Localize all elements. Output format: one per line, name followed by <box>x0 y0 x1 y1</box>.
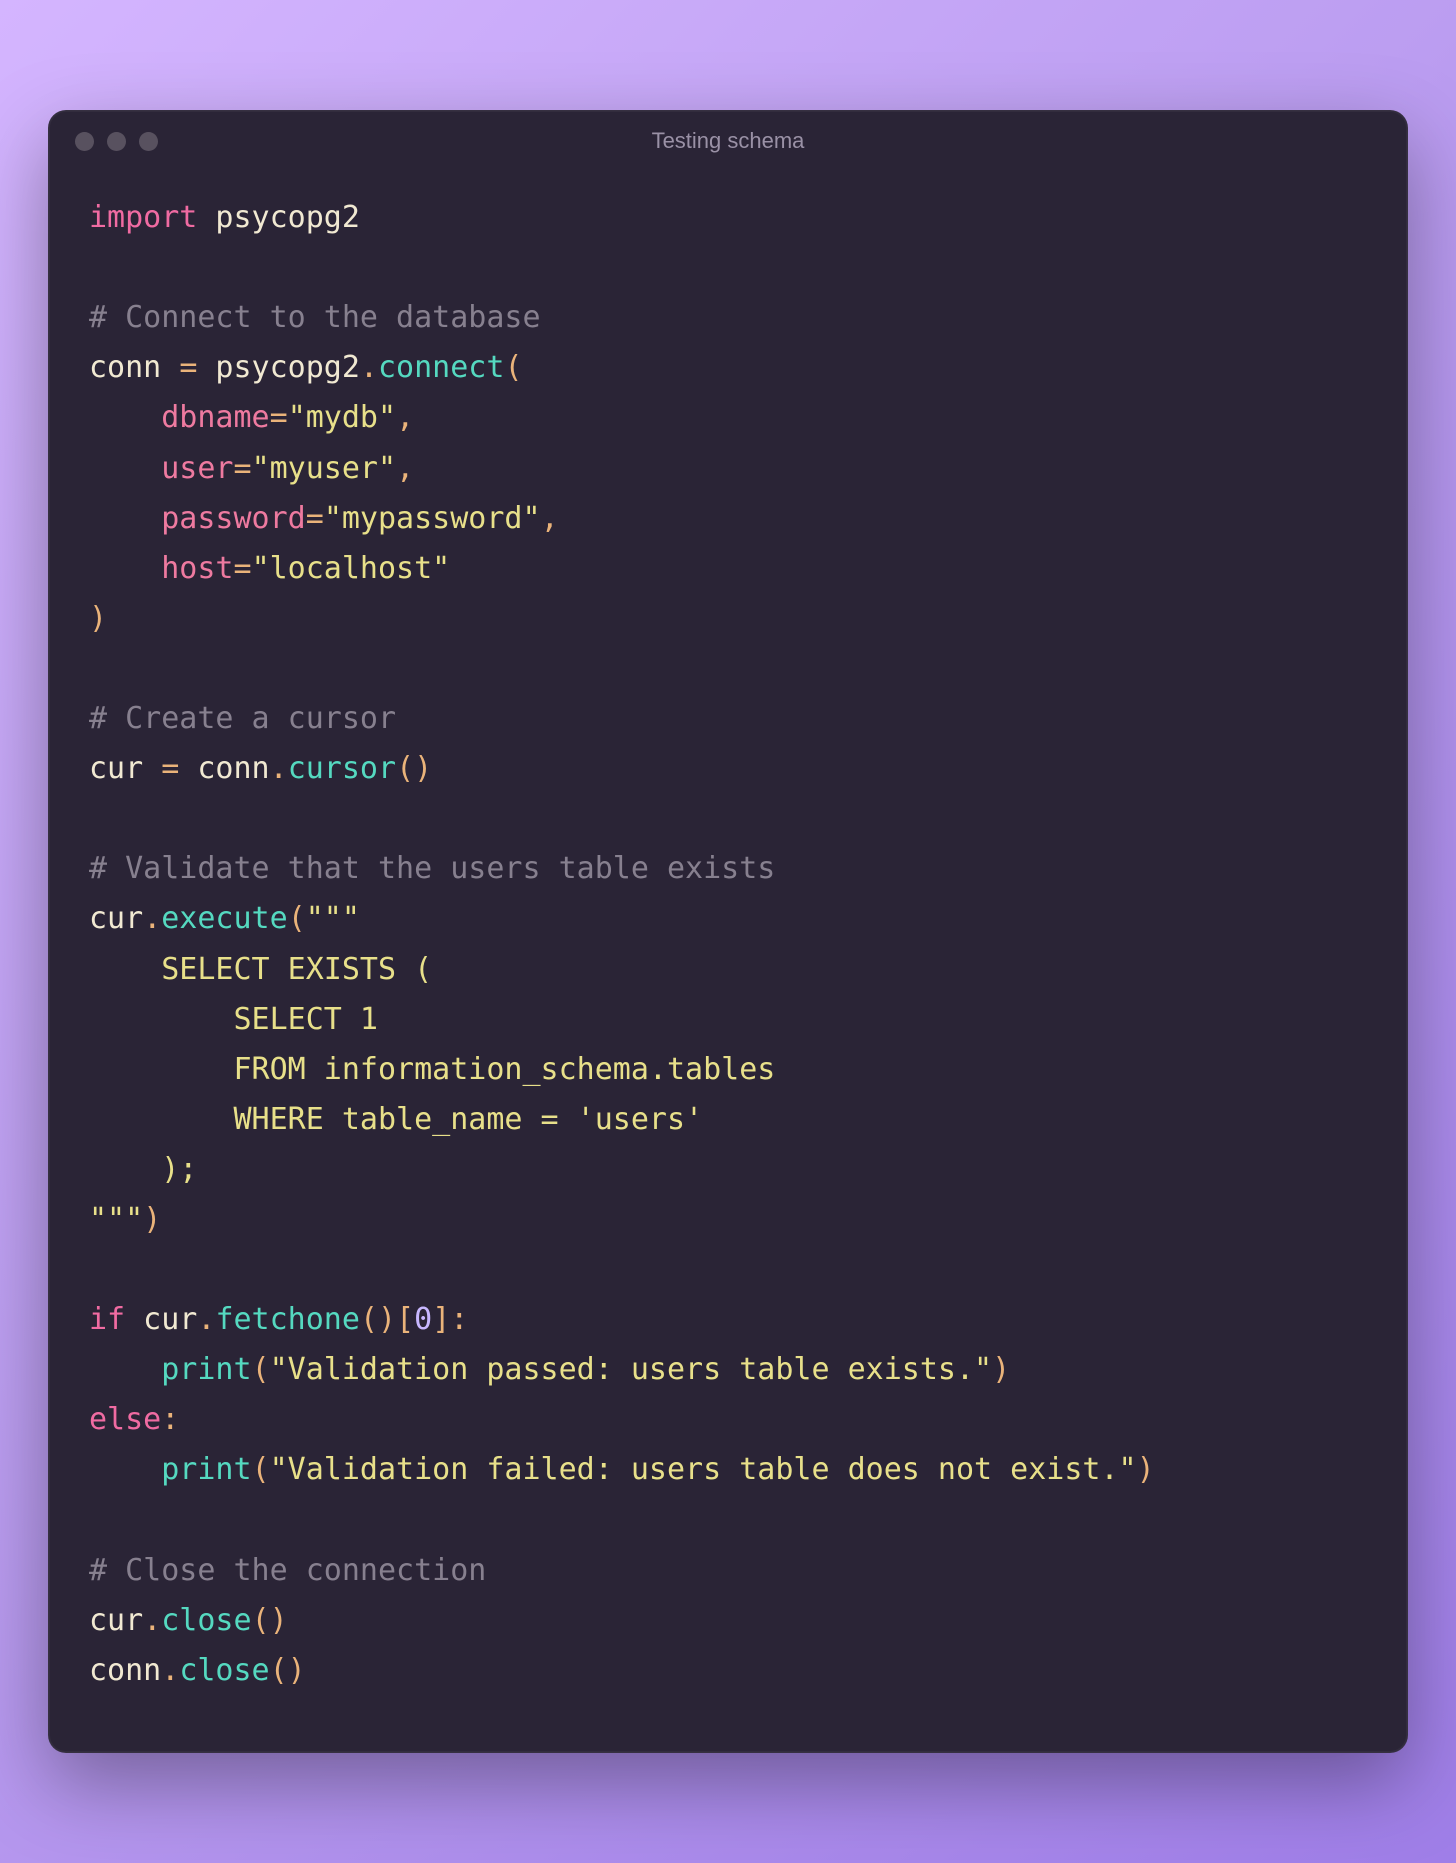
triple-quote: """ <box>306 901 360 936</box>
traffic-lights <box>75 132 158 151</box>
ident: cur <box>89 751 161 786</box>
comment: # Validate that the users table exists <box>89 851 775 886</box>
colon: : <box>161 1402 179 1437</box>
fn-print: print <box>161 1352 251 1387</box>
fn-cursor: cursor <box>288 751 396 786</box>
equals: = <box>270 400 288 435</box>
paren-open: ( <box>504 350 522 385</box>
string: "Validation passed: users table exists." <box>270 1352 992 1387</box>
paren-open: ( <box>252 1352 270 1387</box>
minimize-icon[interactable] <box>107 132 126 151</box>
zoom-icon[interactable] <box>139 132 158 151</box>
paren-open: ( <box>252 1452 270 1487</box>
code-window: Testing schema import psycopg2 # Connect… <box>48 110 1408 1753</box>
sql-line: FROM information_schema.tables <box>89 1052 775 1087</box>
equals: = <box>179 350 197 385</box>
module-name: psycopg2 <box>197 200 360 235</box>
dot: . <box>161 1653 179 1688</box>
ident: cur <box>89 901 143 936</box>
indent <box>89 501 161 536</box>
sql-line: ); <box>89 1152 197 1187</box>
string: "mypassword" <box>324 501 541 536</box>
dot: . <box>143 1603 161 1638</box>
ident: cur <box>89 1603 143 1638</box>
kwarg: dbname <box>161 400 269 435</box>
indent <box>89 1352 161 1387</box>
bracket-close: ] <box>432 1302 450 1337</box>
fn-execute: execute <box>161 901 287 936</box>
comma: , <box>396 451 414 486</box>
string: "localhost" <box>252 551 451 586</box>
paren-close: ) <box>143 1202 161 1237</box>
kw-import: import <box>89 200 197 235</box>
dot: . <box>143 901 161 936</box>
fn-close: close <box>179 1653 269 1688</box>
code-editor[interactable]: import psycopg2 # Connect to the databas… <box>49 171 1407 1752</box>
kwarg: user <box>161 451 233 486</box>
string: "mydb" <box>288 400 396 435</box>
sql-line: WHERE table_name = 'users' <box>89 1102 703 1137</box>
parens: () <box>360 1302 396 1337</box>
comment: # Close the connection <box>89 1553 486 1588</box>
parens: () <box>252 1603 288 1638</box>
ident: psycopg2 <box>197 350 360 385</box>
bracket-open: [ <box>396 1302 414 1337</box>
comma: , <box>396 400 414 435</box>
titlebar: Testing schema <box>49 111 1407 171</box>
ident: conn <box>179 751 269 786</box>
paren-close: ) <box>89 601 107 636</box>
equals: = <box>306 501 324 536</box>
indent <box>89 451 161 486</box>
dot: . <box>360 350 378 385</box>
number: 0 <box>414 1302 432 1337</box>
parens: () <box>396 751 432 786</box>
paren-close: ) <box>992 1352 1010 1387</box>
parens: () <box>270 1653 306 1688</box>
string: "Validation failed: users table does not… <box>270 1452 1137 1487</box>
kw-if: if <box>89 1302 125 1337</box>
equals: = <box>161 751 179 786</box>
fn-connect: connect <box>378 350 504 385</box>
ident: conn <box>89 350 179 385</box>
colon: : <box>450 1302 468 1337</box>
dot: . <box>270 751 288 786</box>
kw-else: else <box>89 1402 161 1437</box>
kwarg: password <box>161 501 306 536</box>
equals: = <box>234 451 252 486</box>
string: "myuser" <box>252 451 397 486</box>
ident: cur <box>125 1302 197 1337</box>
paren-close: ) <box>1137 1452 1155 1487</box>
fn-print: print <box>161 1452 251 1487</box>
kwarg: host <box>161 551 233 586</box>
ident: conn <box>89 1653 161 1688</box>
equals: = <box>234 551 252 586</box>
fn-fetchone: fetchone <box>215 1302 360 1337</box>
close-icon[interactable] <box>75 132 94 151</box>
fn-close: close <box>161 1603 251 1638</box>
comma: , <box>541 501 559 536</box>
comment: # Connect to the database <box>89 300 541 335</box>
window-title: Testing schema <box>49 128 1407 154</box>
paren-open: ( <box>288 901 306 936</box>
indent <box>89 400 161 435</box>
sql-line: SELECT 1 <box>89 1002 378 1037</box>
indent <box>89 551 161 586</box>
triple-quote: """ <box>89 1202 143 1237</box>
comment: # Create a cursor <box>89 701 396 736</box>
sql-line: SELECT EXISTS ( <box>89 952 432 987</box>
dot: . <box>197 1302 215 1337</box>
indent <box>89 1452 161 1487</box>
